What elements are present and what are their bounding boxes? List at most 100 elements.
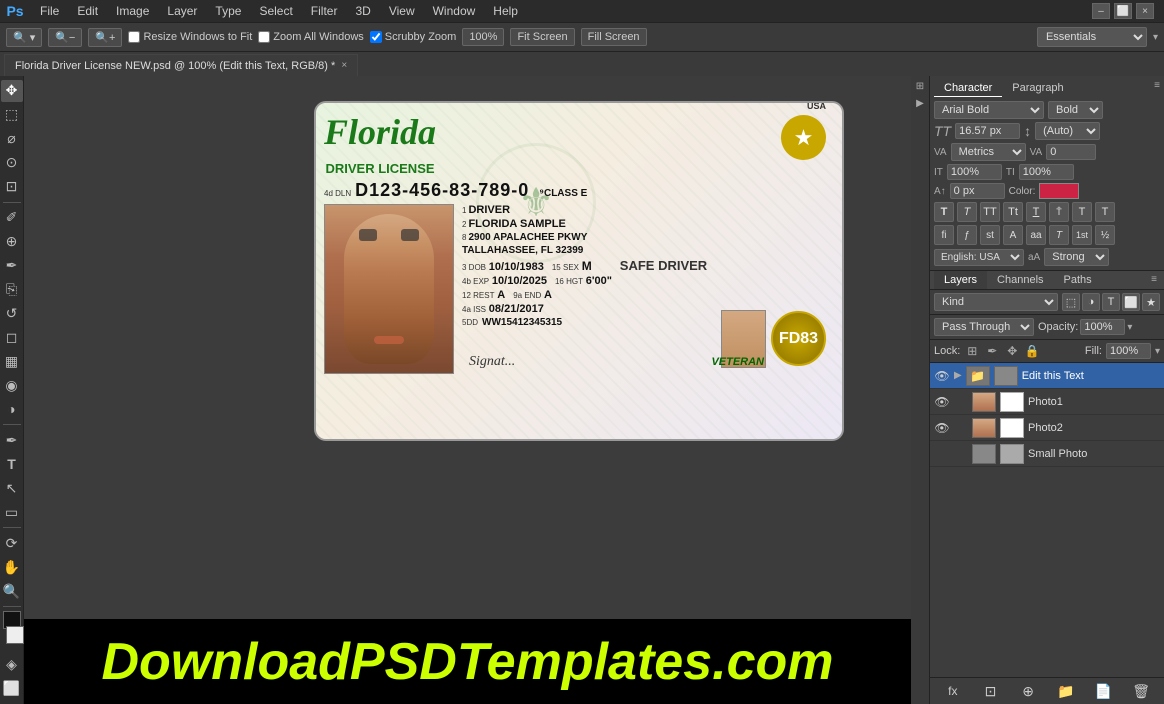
- vert-scale-input[interactable]: [947, 164, 1002, 180]
- canvas-area[interactable]: ⚜ Florida DRIVER LICENSE USA ★: [24, 76, 911, 704]
- menu-edit[interactable]: Edit: [69, 2, 106, 20]
- tracking-input[interactable]: [1046, 144, 1096, 160]
- lock-all-icon[interactable]: 🔒: [1024, 343, 1040, 359]
- filter-adjust-icon[interactable]: ◑: [1082, 293, 1100, 311]
- resize-windows-checkbox[interactable]: Resize Windows to Fit: [128, 31, 252, 43]
- zoom-level-btn[interactable]: 100%: [462, 28, 504, 46]
- menu-help[interactable]: Help: [485, 2, 526, 20]
- zoom-all-check[interactable]: [258, 31, 270, 43]
- format-underline-btn[interactable]: T: [1026, 202, 1046, 222]
- zoom-all-checkbox[interactable]: Zoom All Windows: [258, 31, 363, 43]
- new-layer-btn[interactable]: 📄: [1093, 681, 1113, 701]
- minimize-btn[interactable]: –: [1092, 3, 1110, 19]
- fill-screen-btn[interactable]: Fill Screen: [581, 28, 647, 46]
- font-family-select[interactable]: Arial Bold: [934, 101, 1044, 119]
- filter-shape-icon[interactable]: ⬜: [1122, 293, 1140, 311]
- layer-eye-small[interactable]: 👁: [934, 446, 950, 462]
- filter-pixel-icon[interactable]: ⬚: [1062, 293, 1080, 311]
- paths-tab[interactable]: Paths: [1054, 271, 1102, 289]
- menu-file[interactable]: File: [32, 2, 67, 20]
- document-tab[interactable]: Florida Driver License NEW.psd @ 100% (E…: [4, 54, 358, 76]
- menu-type[interactable]: Type: [207, 2, 249, 20]
- fit-screen-btn[interactable]: Fit Screen: [510, 28, 574, 46]
- marquee-tool[interactable]: ⬚: [1, 104, 23, 126]
- format-italic2-btn[interactable]: T: [1049, 225, 1069, 245]
- lock-checkerboard-icon[interactable]: ⊞: [964, 343, 980, 359]
- zoom-tool[interactable]: 🔍: [1, 580, 23, 602]
- menu-view[interactable]: View: [381, 2, 423, 20]
- dodge-tool[interactable]: ◑: [1, 398, 23, 420]
- rectangle-tool[interactable]: ▭: [1, 501, 23, 523]
- menu-window[interactable]: Window: [425, 2, 484, 20]
- scrubby-zoom-check[interactable]: [370, 31, 382, 43]
- format-frac-btn[interactable]: ½: [1095, 225, 1115, 245]
- filter-smart-icon[interactable]: ★: [1142, 293, 1160, 311]
- tab-close-btn[interactable]: ×: [341, 61, 347, 71]
- text-tool[interactable]: T: [1, 453, 23, 475]
- format-1st-btn[interactable]: 1st: [1072, 225, 1092, 245]
- new-group-btn[interactable]: 📁: [1056, 681, 1076, 701]
- format-sub-btn[interactable]: T: [1095, 202, 1115, 222]
- horiz-scale-input[interactable]: [1019, 164, 1074, 180]
- actions-icon[interactable]: ▶: [912, 95, 928, 111]
- quick-mask-btn[interactable]: ◈: [1, 654, 23, 676]
- format-TT-btn[interactable]: TT: [980, 202, 1000, 222]
- history-brush-tool[interactable]: ↺: [1, 303, 23, 325]
- hand-tool[interactable]: ✋: [1, 556, 23, 578]
- gradient-tool[interactable]: ▦: [1, 350, 23, 372]
- format-italic-btn[interactable]: T: [957, 202, 977, 222]
- language-select[interactable]: English: USA: [934, 249, 1024, 266]
- channels-tab[interactable]: Channels: [987, 271, 1053, 289]
- eyedropper-tool[interactable]: ✐: [1, 207, 23, 229]
- maximize-btn[interactable]: ⬜: [1114, 3, 1132, 19]
- add-mask-btn[interactable]: ⊡: [980, 681, 1000, 701]
- 3d-tool[interactable]: ⟳: [1, 532, 23, 554]
- format-super-btn[interactable]: T: [1072, 202, 1092, 222]
- clone-tool[interactable]: ⎘: [1, 279, 23, 301]
- opacity-arrow[interactable]: ▾: [1127, 322, 1132, 333]
- new-fill-btn[interactable]: ⊕: [1018, 681, 1038, 701]
- pen-tool[interactable]: ✒: [1, 429, 23, 451]
- fill-arrow[interactable]: ▾: [1155, 346, 1160, 357]
- zoom-in-btn[interactable]: 🔍+: [88, 28, 122, 47]
- workspace-expand-icon[interactable]: ▾: [1153, 32, 1158, 43]
- crop-tool[interactable]: ⊡: [1, 176, 23, 198]
- lock-brush-icon[interactable]: ✒: [984, 343, 1000, 359]
- menu-3d[interactable]: 3D: [347, 2, 378, 20]
- layer-photo2[interactable]: 👁 Photo2: [930, 415, 1164, 441]
- move-tool[interactable]: ✥: [1, 80, 23, 102]
- menu-select[interactable]: Select: [251, 2, 300, 20]
- layer-expand-edit[interactable]: ▶: [954, 370, 962, 381]
- font-style-select[interactable]: Bold: [1048, 101, 1103, 119]
- quick-select-tool[interactable]: ⊙: [1, 152, 23, 174]
- opacity-input[interactable]: [1080, 319, 1125, 335]
- format-fi-btn[interactable]: fi: [934, 225, 954, 245]
- layer-eye-photo1[interactable]: 👁: [934, 394, 950, 410]
- layer-small-photo[interactable]: 👁 Small Photo: [930, 441, 1164, 467]
- format-f-btn[interactable]: ƒ: [957, 225, 977, 245]
- add-style-btn[interactable]: fx: [943, 681, 963, 701]
- leading-select[interactable]: (Auto): [1035, 122, 1100, 140]
- delete-layer-btn[interactable]: 🗑: [1131, 681, 1151, 701]
- format-st-btn[interactable]: st: [980, 225, 1000, 245]
- character-panel-collapse[interactable]: ≡: [1154, 80, 1160, 97]
- lock-move-icon[interactable]: ✥: [1004, 343, 1020, 359]
- screen-mode-btn[interactable]: ⬜: [1, 678, 23, 700]
- layer-edit-this-text[interactable]: 👁 ▶ 📁 Edit this Text: [930, 363, 1164, 389]
- font-size-input[interactable]: [955, 123, 1020, 139]
- layers-tab[interactable]: Layers: [934, 271, 987, 289]
- blend-mode-select[interactable]: Pass Through: [934, 318, 1034, 336]
- close-btn[interactable]: ×: [1136, 3, 1154, 19]
- zoom-out-btn[interactable]: 🔍−: [48, 28, 82, 47]
- format-a-btn[interactable]: A: [1003, 225, 1023, 245]
- lasso-tool[interactable]: ⌀: [1, 128, 23, 150]
- menu-layer[interactable]: Layer: [159, 2, 205, 20]
- menu-filter[interactable]: Filter: [303, 2, 346, 20]
- fill-input[interactable]: [1106, 343, 1151, 359]
- color-swatch[interactable]: [1039, 183, 1079, 199]
- resize-windows-check[interactable]: [128, 31, 140, 43]
- filter-type-icon[interactable]: T: [1102, 293, 1120, 311]
- menu-image[interactable]: Image: [108, 2, 157, 20]
- format-Tt-btn[interactable]: Tt: [1003, 202, 1023, 222]
- format-T-btn[interactable]: T: [934, 202, 954, 222]
